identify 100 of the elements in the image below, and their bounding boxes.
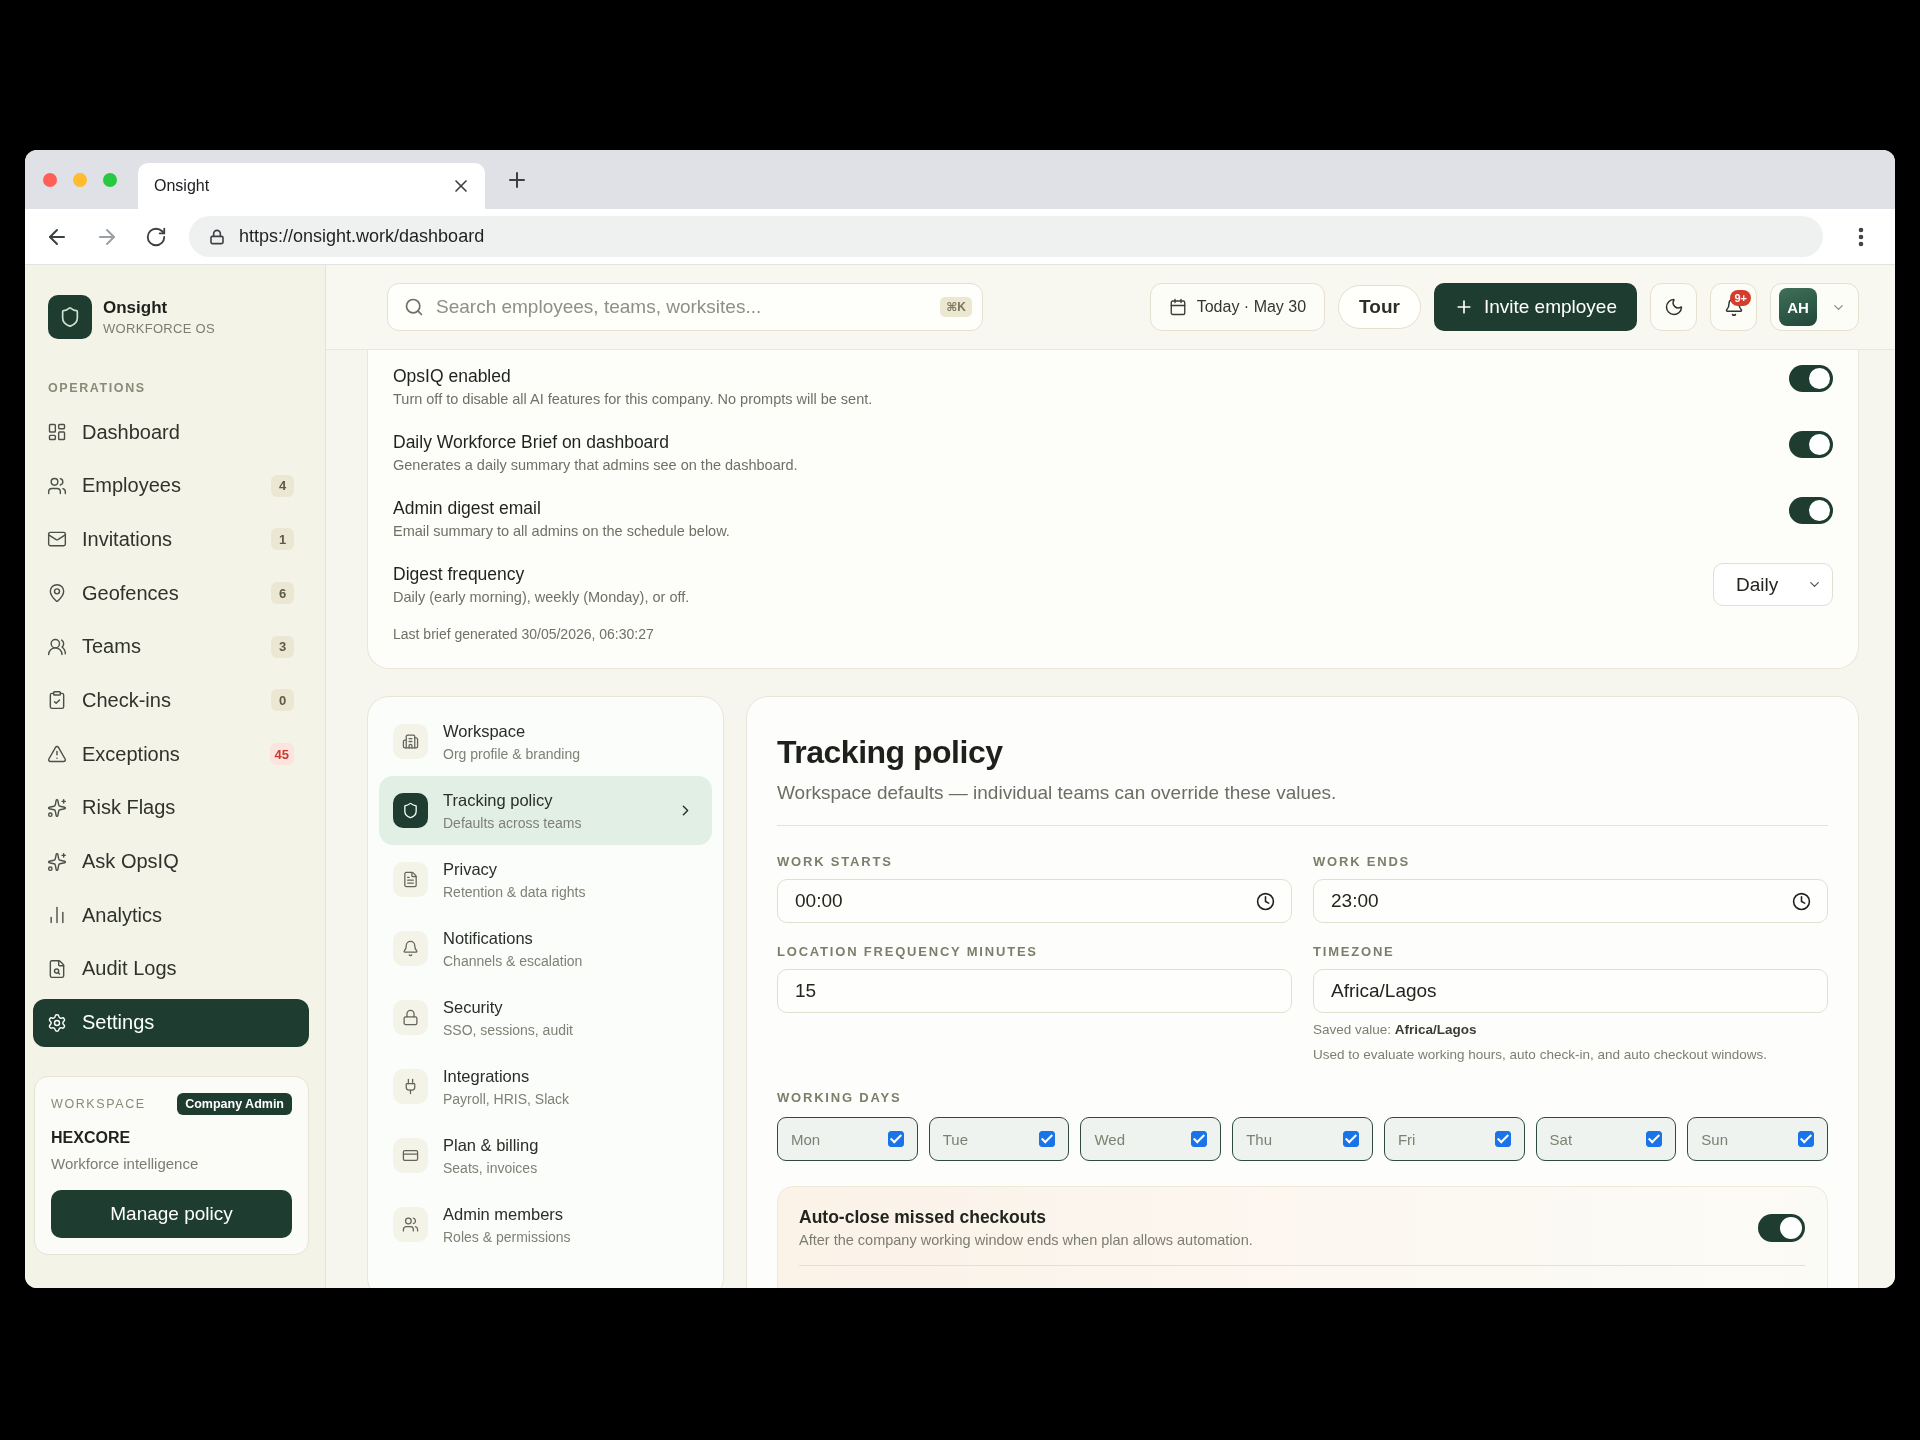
field-note: Used to evaluate working hours, auto check-in, and auto checkout windows. bbox=[1313, 1046, 1768, 1063]
sidebar-item[interactable]: Dashboard bbox=[33, 408, 309, 456]
time-input[interactable]: 23:00 bbox=[1313, 879, 1828, 923]
frequency-select[interactable]: Daily bbox=[1713, 563, 1833, 606]
sidebar-item[interactable]: Risk Flags bbox=[33, 783, 309, 832]
count-badge: 0 bbox=[271, 689, 294, 712]
settings-nav-item[interactable]: Plan & billing Seats, invoices bbox=[379, 1121, 712, 1190]
section-title: Tracking policy bbox=[777, 733, 1004, 771]
settings-nav-item[interactable]: Notifications Channels & escalation bbox=[379, 914, 712, 983]
settings-nav-item[interactable]: Privacy Retention & data rights bbox=[379, 845, 712, 914]
bar-chart-icon bbox=[47, 905, 67, 926]
checkbox[interactable] bbox=[887, 1131, 904, 1147]
day-option[interactable]: Sat bbox=[1535, 1117, 1677, 1161]
notifications-button[interactable]: 9+ bbox=[1710, 283, 1757, 331]
sidebar-item[interactable]: Settings bbox=[33, 998, 309, 1047]
checkbox[interactable] bbox=[1494, 1131, 1511, 1147]
settings-nav-item[interactable]: Admin members Roles & permissions bbox=[379, 1190, 712, 1259]
field-note: Saved value: Africa/Lagos bbox=[1313, 1021, 1478, 1038]
day-option[interactable]: Tue bbox=[928, 1117, 1070, 1161]
users-icon bbox=[393, 1207, 428, 1242]
checkbox[interactable] bbox=[1798, 1131, 1815, 1147]
count-badge: 3 bbox=[271, 635, 294, 658]
checkbox[interactable] bbox=[1646, 1131, 1663, 1147]
day-option[interactable]: Thu bbox=[1232, 1117, 1373, 1161]
settings-nav-item[interactable]: Integrations Payroll, HRIS, Slack bbox=[379, 1052, 712, 1121]
day-option[interactable]: Wed bbox=[1080, 1117, 1222, 1161]
sidebar-item[interactable]: Invitations 1 bbox=[33, 515, 309, 564]
credit-card-icon bbox=[393, 1138, 428, 1173]
plug-icon bbox=[393, 1069, 428, 1104]
checkbox[interactable] bbox=[1191, 1131, 1208, 1147]
toggle-switch[interactable] bbox=[1789, 365, 1833, 392]
notification-count: 9+ bbox=[1730, 290, 1751, 306]
theme-toggle-button[interactable] bbox=[1650, 283, 1697, 331]
setting-title: OpsIQ enabled bbox=[393, 365, 512, 387]
dashboard-icon bbox=[47, 422, 67, 442]
toggle-switch[interactable] bbox=[1758, 1213, 1805, 1242]
field-label: TIMEZONE bbox=[1313, 944, 1396, 960]
manage-policy-button[interactable]: Manage policy bbox=[51, 1189, 292, 1238]
search-icon bbox=[404, 297, 424, 317]
sidebar-item[interactable]: Teams 3 bbox=[33, 622, 309, 671]
users-icon bbox=[47, 475, 67, 496]
settings-nav-item[interactable]: Security SSO, sessions, audit bbox=[379, 983, 712, 1052]
field-label: WORK STARTS bbox=[777, 854, 894, 870]
last-brief-note: Last brief generated 30/05/2026, 06:30:27 bbox=[393, 626, 655, 642]
settings-nav-item[interactable]: Workspace Org profile & branding bbox=[379, 707, 712, 776]
role-badge: Company Admin bbox=[177, 1092, 292, 1115]
tour-button[interactable]: Tour bbox=[1338, 285, 1421, 329]
day-option[interactable]: Sun bbox=[1687, 1117, 1829, 1161]
checkbox[interactable] bbox=[1342, 1131, 1359, 1147]
sidebar-item[interactable]: Audit Logs bbox=[33, 944, 309, 993]
text-input[interactable]: 15 bbox=[777, 969, 1292, 1013]
field-label: WORK ENDS bbox=[1313, 854, 1412, 870]
setting-description: Generates a daily summary that admins see on the dashboard. bbox=[393, 456, 798, 474]
sidebar-item[interactable]: Ask OpsIQ bbox=[33, 837, 309, 886]
search-field[interactable]: Search employees, teams, worksites... ⌘K bbox=[387, 283, 983, 331]
account-menu-button[interactable]: AH bbox=[1770, 283, 1859, 331]
address-bar[interactable]: https://onsight.work/dashboard bbox=[189, 216, 1823, 257]
setting-title: Daily Workforce Brief on dashboard bbox=[393, 431, 670, 453]
section-subtitle: Workspace defaults — individual teams can override these values. bbox=[777, 781, 1338, 805]
day-option[interactable]: Mon bbox=[777, 1117, 918, 1161]
file-search-icon bbox=[47, 958, 67, 979]
count-badge: 1 bbox=[271, 528, 294, 551]
clipboard-check-icon bbox=[47, 690, 67, 711]
count-badge: 45 bbox=[269, 743, 294, 766]
setting-description: Turn off to disable all AI features for this company. No prompts will be sent. bbox=[393, 390, 873, 408]
warning-icon bbox=[47, 744, 67, 765]
browser-tab[interactable]: Onsight bbox=[138, 163, 485, 209]
brand-tagline: WORKFORCE OS bbox=[103, 321, 215, 336]
bell-icon bbox=[393, 931, 428, 966]
clock-icon bbox=[1256, 891, 1275, 911]
day-option[interactable]: Fri bbox=[1383, 1117, 1525, 1161]
count-badge: 4 bbox=[271, 474, 294, 497]
invite-employee-button[interactable]: Invite employee bbox=[1433, 283, 1637, 331]
window-close-icon[interactable] bbox=[43, 172, 57, 187]
text-input[interactable]: Africa/Lagos bbox=[1313, 969, 1828, 1013]
setting-title: Admin digest email bbox=[393, 497, 542, 519]
count-badge: 6 bbox=[271, 582, 294, 605]
date-button[interactable]: Today · May 30 bbox=[1149, 283, 1326, 331]
building-icon bbox=[393, 724, 428, 759]
sidebar-item[interactable]: Geofences 6 bbox=[33, 569, 309, 618]
setting-description: Email summary to all admins on the schedule below. bbox=[393, 522, 730, 540]
shortcut-hint: ⌘K bbox=[940, 297, 972, 317]
time-input[interactable]: 00:00 bbox=[777, 879, 1292, 923]
clock-icon bbox=[1792, 891, 1811, 911]
toggle-switch[interactable] bbox=[1789, 497, 1833, 524]
section-label: OPERATIONS bbox=[48, 381, 147, 395]
sparkles-icon bbox=[47, 797, 67, 818]
sidebar-item[interactable]: Employees 4 bbox=[33, 461, 309, 510]
sidebar-item[interactable]: Exceptions 45 bbox=[33, 730, 309, 779]
setting-title: Digest frequency bbox=[393, 563, 526, 585]
sidebar-item[interactable]: Check-ins 0 bbox=[33, 676, 309, 725]
checkbox[interactable] bbox=[1039, 1131, 1056, 1147]
map-pin-icon bbox=[47, 583, 67, 604]
lock-icon bbox=[393, 1000, 428, 1035]
settings-nav-item[interactable]: Tracking policy Defaults across teams bbox=[379, 776, 712, 845]
sidebar-item[interactable]: Analytics bbox=[33, 891, 309, 940]
toggle-switch[interactable] bbox=[1789, 431, 1833, 458]
reload-icon[interactable] bbox=[145, 225, 167, 248]
moon-icon bbox=[1663, 297, 1684, 317]
workspace-description: Workforce intelligence bbox=[51, 1154, 200, 1172]
